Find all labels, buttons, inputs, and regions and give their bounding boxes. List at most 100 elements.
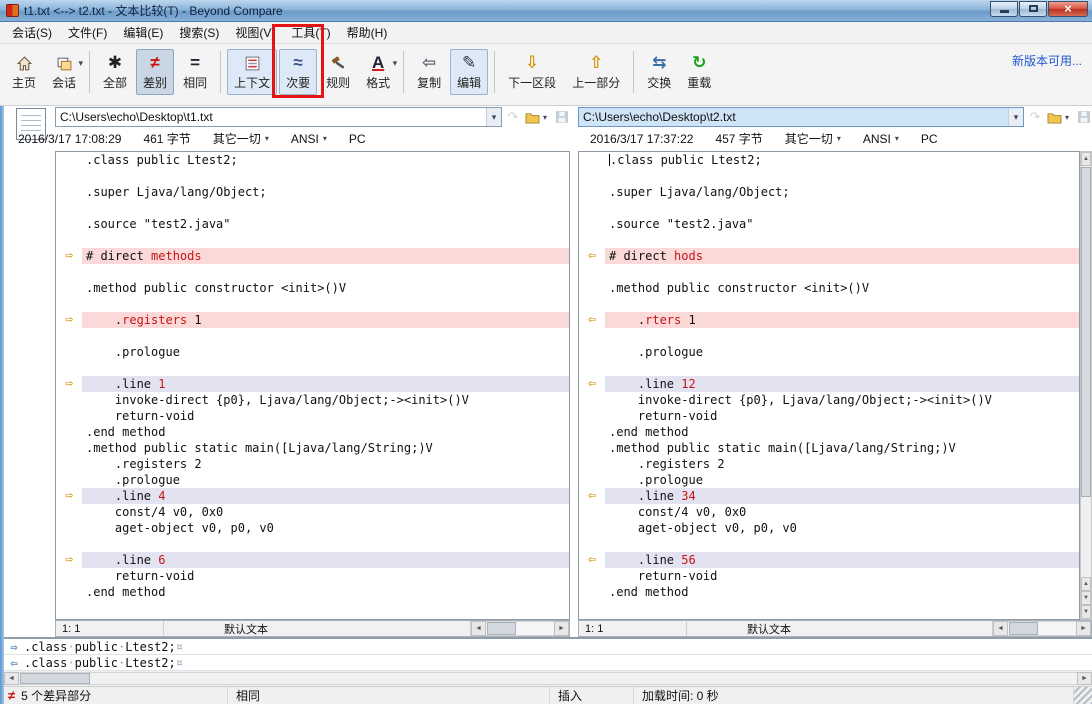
session-button[interactable]: 会话▾ <box>45 49 83 95</box>
code-line[interactable]: invoke-direct {p0}, Ljava/lang/Object;->… <box>579 392 1079 408</box>
code-line[interactable]: ⇨# direct methods <box>56 248 569 264</box>
vertical-scrollbar[interactable] <box>1080 151 1092 620</box>
code-line[interactable]: .prologue <box>579 472 1079 488</box>
code-line[interactable] <box>579 296 1079 312</box>
edit-button[interactable]: ✎编辑 <box>450 49 488 95</box>
next-section-button[interactable]: ⇩下一区段 <box>501 49 563 95</box>
code-line[interactable]: .end method <box>56 424 569 440</box>
code-line[interactable] <box>56 536 569 552</box>
code-line[interactable] <box>56 232 569 248</box>
prev-section-button[interactable]: ⇧上一部分 <box>565 49 627 95</box>
right-compare-mode-combo[interactable]: 其它一切▾ <box>785 130 841 147</box>
right-horizontal-scrollbar[interactable] <box>993 621 1091 636</box>
menu-item-search[interactable]: 搜索(S) <box>171 21 227 44</box>
scroll-down-button[interactable] <box>1081 605 1091 619</box>
minor-button[interactable]: ≈次要 <box>279 49 317 95</box>
scroll-up-button[interactable] <box>1081 152 1091 166</box>
code-line[interactable]: .prologue <box>579 344 1079 360</box>
left-compare-mode-combo[interactable]: 其它一切▾ <box>213 130 269 147</box>
context-button[interactable]: 上下文 <box>227 49 277 95</box>
sync-icon[interactable] <box>505 109 521 125</box>
close-button[interactable] <box>1048 1 1088 17</box>
resize-grip[interactable] <box>1074 687 1092 704</box>
show-all-button[interactable]: ✱全部 <box>96 49 134 95</box>
chevron-down-icon[interactable]: ▾ <box>393 58 398 69</box>
scroll-left-button[interactable] <box>993 621 1008 636</box>
code-line[interactable]: .source "test2.java" <box>579 216 1079 232</box>
detail-row[interactable]: ⇦.class·public·Ltest2;¤ <box>4 655 1092 671</box>
left-path-combo[interactable]: C:\Users\echo\Desktop\t1.txt ▾ <box>55 107 502 127</box>
code-line[interactable]: invoke-direct {p0}, Ljava/lang/Object;->… <box>56 392 569 408</box>
reload-button[interactable]: ↻重载 <box>680 49 718 95</box>
code-line[interactable]: ⇨ .registers 1 <box>56 312 569 328</box>
detail-row[interactable]: ⇨.class·public·Ltest2;¤ <box>4 639 1092 655</box>
code-line[interactable]: ⇦# direct hods <box>579 248 1079 264</box>
code-line[interactable]: .method public static main([Ljava/lang/S… <box>56 440 569 456</box>
code-line[interactable]: .prologue <box>56 344 569 360</box>
minimize-button[interactable] <box>990 1 1018 17</box>
code-line[interactable]: .super Ljava/lang/Object; <box>56 184 569 200</box>
code-line[interactable]: .end method <box>56 584 569 600</box>
code-line[interactable]: const/4 v0, 0x0 <box>56 504 569 520</box>
code-line[interactable] <box>579 264 1079 280</box>
code-line[interactable]: ⇦ .rters 1 <box>579 312 1079 328</box>
format-button[interactable]: A格式▾ <box>359 49 397 95</box>
scroll-right-button[interactable] <box>554 621 569 636</box>
right-file-pane[interactable]: .class public Ltest2;.super Ljava/lang/O… <box>578 151 1080 620</box>
chevron-down-icon[interactable]: ▾ <box>543 113 551 122</box>
code-line[interactable] <box>56 168 569 184</box>
code-line[interactable]: return-void <box>56 408 569 424</box>
prev-diff-button[interactable] <box>1081 577 1091 591</box>
save-icon[interactable] <box>554 109 570 125</box>
code-line[interactable]: .end method <box>579 584 1079 600</box>
code-line[interactable]: ⇨ .line 6 <box>56 552 569 568</box>
scroll-track[interactable] <box>19 672 1077 685</box>
code-line[interactable]: const/4 v0, 0x0 <box>579 504 1079 520</box>
code-line[interactable] <box>56 360 569 376</box>
open-folder-icon[interactable] <box>524 109 540 125</box>
code-line[interactable] <box>579 232 1079 248</box>
code-line[interactable]: return-void <box>579 568 1079 584</box>
code-line[interactable]: .super Ljava/lang/Object; <box>579 184 1079 200</box>
menu-item-session[interactable]: 会话(S) <box>4 21 60 44</box>
code-line[interactable] <box>579 200 1079 216</box>
code-line[interactable]: ⇦ .line 56 <box>579 552 1079 568</box>
code-line[interactable]: .source "test2.java" <box>56 216 569 232</box>
code-line[interactable]: .method public constructor <init>()V <box>579 280 1079 296</box>
code-line[interactable] <box>56 328 569 344</box>
menu-item-view[interactable]: 视图(V) <box>227 21 283 44</box>
code-line[interactable]: .class public Ltest2; <box>56 152 569 168</box>
scroll-thumb[interactable] <box>1009 622 1038 635</box>
maximize-button[interactable] <box>1019 1 1047 17</box>
code-line[interactable] <box>56 296 569 312</box>
chevron-down-icon[interactable]: ▾ <box>486 108 501 126</box>
scroll-thumb[interactable] <box>20 673 90 684</box>
code-line[interactable] <box>579 168 1079 184</box>
code-line[interactable]: .registers 2 <box>579 456 1079 472</box>
menu-item-edit[interactable]: 编辑(E) <box>115 21 171 44</box>
scroll-left-button[interactable] <box>471 621 486 636</box>
code-line[interactable]: .end method <box>579 424 1079 440</box>
code-line[interactable]: .method public constructor <init>()V <box>56 280 569 296</box>
code-line[interactable]: return-void <box>56 568 569 584</box>
left-encoding-combo[interactable]: ANSI▾ <box>291 132 327 146</box>
code-line[interactable]: .registers 2 <box>56 456 569 472</box>
left-file-pane[interactable]: .class public Ltest2; .super Ljava/lang/O… <box>55 151 570 620</box>
scroll-thumb[interactable] <box>487 622 516 635</box>
chevron-down-icon[interactable]: ▾ <box>79 58 84 69</box>
detail-horizontal-scrollbar[interactable] <box>4 672 1092 685</box>
show-same-button[interactable]: =相同 <box>176 49 214 95</box>
swap-button[interactable]: ⇆交换 <box>640 49 678 95</box>
code-line[interactable] <box>579 328 1079 344</box>
save-icon[interactable] <box>1076 109 1092 125</box>
next-diff-button[interactable] <box>1081 591 1091 605</box>
left-horizontal-scrollbar[interactable] <box>471 621 569 636</box>
code-line[interactable]: ⇨ .line 1 <box>56 376 569 392</box>
scroll-track[interactable] <box>1081 166 1091 577</box>
scroll-right-button[interactable] <box>1076 621 1091 636</box>
scroll-track[interactable] <box>1008 621 1076 636</box>
code-line[interactable]: ⇨ .line 4 <box>56 488 569 504</box>
open-folder-icon[interactable] <box>1046 109 1062 125</box>
right-path-combo[interactable]: C:\Users\echo\Desktop\t2.txt ▾ <box>578 107 1024 127</box>
scroll-track[interactable] <box>486 621 554 636</box>
